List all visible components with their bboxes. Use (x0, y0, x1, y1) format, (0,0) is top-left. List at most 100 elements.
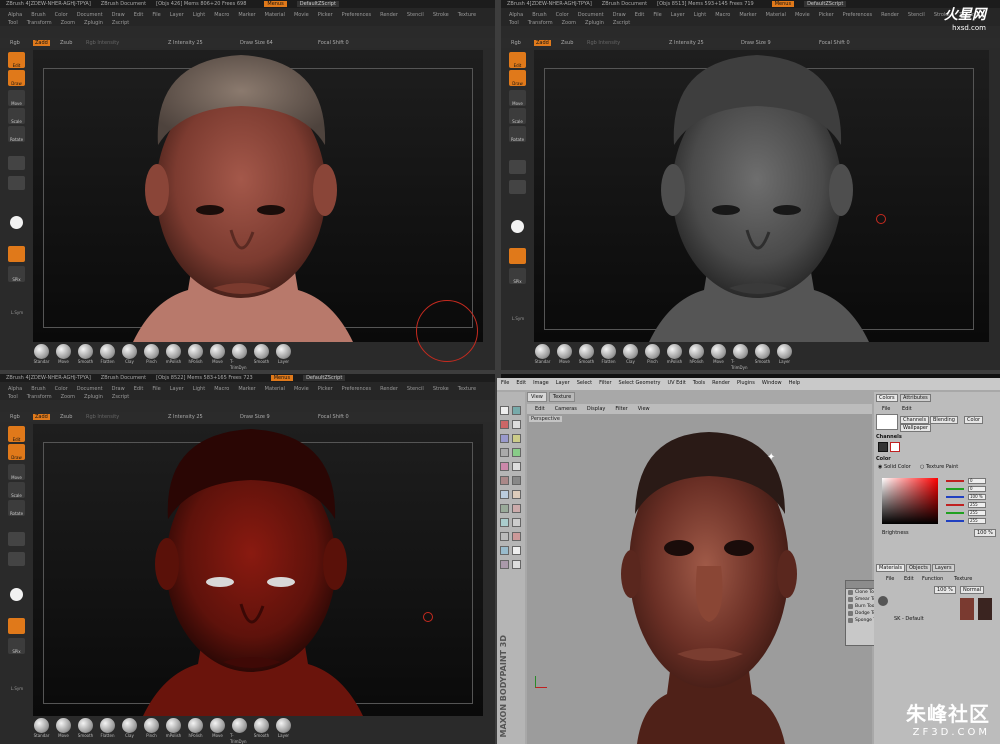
menu-item-macro[interactable]: Macro (214, 11, 229, 19)
menu-item-movie[interactable]: Movie (294, 11, 309, 19)
bp-menu-file[interactable]: File (501, 380, 509, 388)
zbrush-canvas[interactable] (33, 424, 483, 716)
alpha-thumbnail[interactable] (509, 160, 526, 174)
paint-tool-icon[interactable] (500, 504, 509, 513)
menu-item-macro[interactable]: Macro (715, 11, 730, 19)
texture-thumb-2[interactable] (978, 598, 992, 620)
brush-pinch[interactable]: Pinch (643, 344, 662, 365)
paint-tool-icon[interactable] (500, 490, 509, 499)
color-swatch[interactable] (876, 414, 898, 430)
menu-item-material[interactable]: Material (766, 11, 786, 19)
mat-menu-function[interactable]: Function (922, 576, 943, 582)
mat-menu-file[interactable]: File (886, 576, 894, 582)
spix-button[interactable]: SPix (8, 638, 25, 654)
focal-shift-slider[interactable]: Focal Shift 0 (819, 40, 850, 46)
rgb-toggle[interactable]: Rgb (511, 40, 521, 46)
brush-smooth[interactable]: Smooth (76, 718, 95, 739)
script-button[interactable]: DefaultZScript (303, 375, 346, 381)
rgb-slider-2[interactable]: 0 (946, 486, 1000, 492)
brush-clay[interactable]: Clay (120, 718, 139, 739)
paint-tool-icon[interactable] (512, 490, 521, 499)
paint-tool-icon[interactable] (500, 448, 509, 457)
menu-item-zplugin[interactable]: Zplugin (84, 393, 103, 401)
menu-item-file[interactable]: File (152, 385, 160, 393)
z-intensity-slider[interactable]: Z Intensity 25 (168, 414, 203, 420)
menu-item-zoom[interactable]: Zoom (61, 393, 75, 401)
paint-tool-icon[interactable] (500, 406, 509, 415)
paint-tool-icon[interactable] (500, 434, 509, 443)
paint-tool-icon[interactable] (500, 420, 509, 429)
paint-tool-icon[interactable] (500, 560, 509, 569)
rgb-toggle[interactable]: Rgb (10, 40, 20, 46)
rgb-slider-6[interactable]: 255 (946, 518, 1000, 524)
paint-tool-icon[interactable] (500, 462, 509, 471)
paint-tool-icon[interactable] (512, 448, 521, 457)
menu-item-render[interactable]: Render (380, 385, 398, 393)
brush-layer[interactable]: Layer (775, 344, 794, 365)
menu-item-file[interactable]: File (152, 11, 160, 19)
brush-layer[interactable]: Layer (274, 344, 293, 365)
spix-button[interactable]: SPix (8, 266, 25, 282)
move-button[interactable]: Move (8, 464, 25, 480)
menu-item-movie[interactable]: Movie (795, 11, 810, 19)
paint-tool-icon[interactable] (512, 504, 521, 513)
brush-t-trimdyn[interactable]: T-TrimDyn (230, 718, 249, 744)
menu-item-color[interactable]: Color (556, 11, 569, 19)
paint-tool-icon[interactable] (500, 476, 509, 485)
paint-tool-icon[interactable] (500, 546, 509, 555)
view-menu-display[interactable]: Display (587, 406, 605, 412)
menu-item-movie[interactable]: Movie (294, 385, 309, 393)
brush-smooth[interactable]: Smooth (76, 344, 95, 365)
menu-item-edit[interactable]: Edit (134, 385, 144, 393)
menu-item-material[interactable]: Material (265, 11, 285, 19)
tab-attributes[interactable]: Attributes (900, 394, 931, 402)
brush-smooth[interactable]: Smooth (252, 718, 271, 739)
texture-thumbnail[interactable] (10, 588, 23, 601)
rgb-intensity-slider[interactable]: Rgb Intensity (587, 40, 620, 46)
menu-item-document[interactable]: Document (578, 11, 604, 19)
bp-menu-window[interactable]: Window (762, 380, 782, 388)
texture-thumbnail[interactable] (10, 216, 23, 229)
bp-menu-plugins[interactable]: Plugins (737, 380, 755, 388)
rotate-button[interactable]: Rotate (8, 126, 25, 142)
menu-item-material[interactable]: Material (265, 385, 285, 393)
menu-item-render[interactable]: Render (881, 11, 899, 19)
paint-tool-icon[interactable] (512, 434, 521, 443)
mat-menu-texture[interactable]: Texture (954, 576, 972, 582)
brush-clay[interactable]: Clay (621, 344, 640, 365)
zadd-toggle[interactable]: Zadd (33, 40, 50, 46)
rgb-slider-1[interactable]: 0 (946, 478, 1000, 484)
bp-menu-select-geometry[interactable]: Select Geometry (619, 380, 661, 388)
menu-item-stencil[interactable]: Stencil (407, 11, 424, 19)
material-ball[interactable] (878, 596, 888, 606)
menu-item-picker[interactable]: Picker (318, 385, 333, 393)
menu-item-picker[interactable]: Picker (819, 11, 834, 19)
color-picker[interactable] (882, 478, 938, 524)
brightness-value[interactable]: 100 % (974, 529, 996, 537)
menu-item-zoom[interactable]: Zoom (562, 19, 576, 27)
brush-flatten[interactable]: Flatten (98, 344, 117, 365)
menu-item-zoom[interactable]: Zoom (61, 19, 75, 27)
scale-button[interactable]: Scale (509, 108, 526, 124)
brush-standar[interactable]: Standar (32, 718, 51, 739)
tab-materials[interactable]: Materials (876, 564, 905, 572)
paint-tool-icon[interactable] (512, 462, 521, 471)
menu-item-marker[interactable]: Marker (238, 11, 255, 19)
texture-paint-radio[interactable]: ○ Texture Paint (920, 464, 958, 470)
bodypaint-viewport[interactable]: ✦ Clone Tool Smear Tool Burn Tool Dodge Too… (527, 414, 895, 744)
alpha-thumbnail[interactable] (8, 156, 25, 170)
menu-item-stroke[interactable]: Stroke (433, 385, 449, 393)
scale-button[interactable]: Scale (8, 108, 25, 124)
lsym-button[interactable]: L.Sym (507, 316, 529, 321)
script-button[interactable]: DefaultZScript (804, 1, 847, 7)
menu-edit[interactable]: Edit (902, 406, 912, 412)
brush-smooth[interactable]: Smooth (753, 344, 772, 365)
menu-item-color[interactable]: Color (55, 11, 68, 19)
script-button[interactable]: DefaultZScript (296, 1, 339, 7)
brush-mpolish[interactable]: mPolish (164, 718, 183, 739)
menu-item-zscript[interactable]: Zscript (112, 393, 129, 401)
menu-item-document[interactable]: Document (77, 11, 103, 19)
menu-item-texture[interactable]: Texture (458, 385, 476, 393)
texture-thumb-1[interactable] (960, 598, 974, 620)
zsub-toggle[interactable]: Zsub (60, 40, 72, 46)
